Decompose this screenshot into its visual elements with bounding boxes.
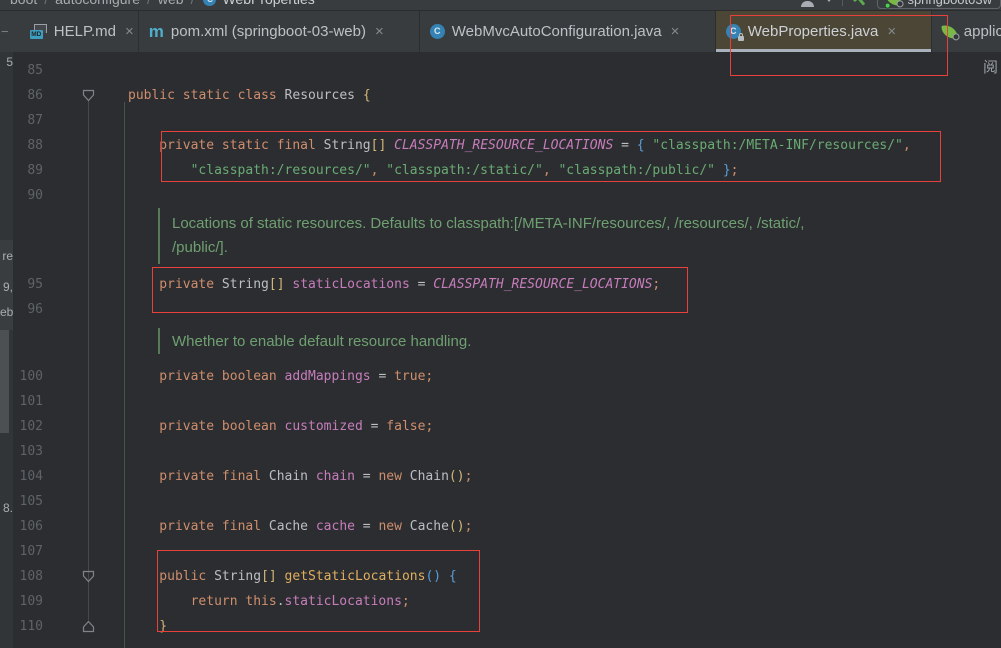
code-line-96[interactable]: 96 [0, 297, 1001, 322]
line-number-107: 107 [19, 544, 43, 559]
code-line-102[interactable]: 102 private boolean customized = false; [0, 414, 1001, 439]
doc-comment-text: /public/]. [172, 239, 228, 256]
fold-open-icon[interactable] [82, 89, 95, 102]
close-tab-icon[interactable]: × [375, 23, 384, 40]
fold-end-icon[interactable] [82, 620, 95, 633]
chevron-down-icon[interactable] [825, 0, 834, 2]
tab-webmvcautoconfiguration-java[interactable]: C WebMvcAutoConfiguration.java × [420, 11, 715, 52]
tab-label: WebMvcAutoConfiguration.java [451, 23, 662, 40]
line-number-104: 104 [19, 469, 43, 484]
breadcrumb-item-WebProperties[interactable]: WebProperties [222, 0, 314, 7]
code-line-90[interactable]: 90 [0, 183, 1001, 208]
run-configuration-label: springboot03w [907, 0, 992, 7]
code-line-100[interactable]: 100 private boolean addMappings = true; [0, 364, 1001, 389]
tab-webproperties-java[interactable]: C WebProperties.java × [715, 11, 931, 52]
tab-help-md[interactable]: MD HELP.md × [20, 11, 138, 52]
tab-applic[interactable]: applic [932, 11, 1001, 52]
code-line-85[interactable]: 85 [0, 58, 1001, 83]
code-line-86[interactable]: 86 public static class Resources { [0, 83, 1001, 108]
build-hammer-icon[interactable] [849, 0, 872, 10]
doc-comment-line[interactable]: Whether to enable default resource handl… [0, 330, 1001, 355]
breadcrumb-separator: / [147, 0, 151, 7]
line-number-85: 85 [27, 63, 43, 78]
close-tab-icon[interactable]: × [887, 23, 896, 40]
breadcrumb: boot / autoconfigure / web / C WebProperties [6, 0, 319, 7]
line-number-109: 109 [19, 594, 43, 609]
code-text: public String[] getStaticLocations() { [159, 569, 457, 584]
spring-boot-icon [884, 0, 905, 9]
line-number-90: 90 [27, 188, 43, 203]
doc-comment-line[interactable]: Locations of static resources. Defaults … [0, 212, 1001, 237]
line-number-89: 89 [27, 163, 43, 178]
line-number-101: 101 [19, 394, 43, 409]
code-text: private final Cache cache = new Cache(); [159, 519, 473, 534]
breadcrumb-item-web[interactable]: web [158, 0, 184, 7]
doc-comment-text: Whether to enable default resource handl… [172, 333, 472, 350]
java-class-lock-icon: C [725, 24, 744, 41]
tab-label: WebProperties.java [747, 23, 879, 40]
close-tab-icon[interactable]: × [125, 23, 134, 40]
close-tab-icon[interactable]: × [671, 23, 680, 40]
tab-label: pom.xml (springboot-03-web) [170, 23, 366, 40]
code-editor[interactable]: 5 re 9, eb 8. 85 86 public static class Resour… [0, 52, 1001, 648]
code-line-101[interactable]: 101 [0, 389, 1001, 414]
code-line-88[interactable]: 88 private static final String[] CLASSPAT… [0, 133, 1001, 158]
line-number-102: 102 [19, 419, 43, 434]
markdown-file-icon: MD [29, 24, 47, 39]
code-text: private static final String[] CLASSPATH_… [159, 138, 911, 153]
tab-label: applic [963, 23, 1001, 40]
line-number-87: 87 [27, 113, 43, 128]
code-line-110[interactable]: 110} [0, 614, 1001, 639]
reader-mode-button[interactable]: 阅 [983, 56, 998, 77]
tab-label: HELP.md [53, 23, 117, 40]
doc-comment-text: Locations of static resources. Defaults … [172, 215, 805, 232]
code-line-87[interactable]: 87 [0, 108, 1001, 133]
run-configuration-selector[interactable]: springboot03w [877, 0, 1001, 9]
breadcrumb-separator: / [191, 0, 195, 7]
fold-open-icon[interactable] [82, 570, 95, 583]
code-line-108[interactable]: 108 public String[] getStaticLocations() … [0, 564, 1001, 589]
editor-tab-bar: − MD HELP.md × m pom.xml (springboot-03-web)… [0, 10, 1001, 52]
tab-pom-xml-springboot-03-web-[interactable]: m pom.xml (springboot-03-web) × [139, 11, 419, 52]
breadcrumb-separator: / [44, 0, 48, 7]
doc-comment-line[interactable]: /public/]. [0, 236, 1001, 261]
tab-bar-left-dash: − [1, 24, 9, 39]
toolbar-divider [842, 0, 844, 6]
ide-window: boot / autoconfigure / web / C WebProperties sp… [0, 0, 1001, 648]
code-text: private String[] staticLocations = CLASS… [159, 277, 661, 292]
code-line-104[interactable]: 104 private final Chain chain = new Chain… [0, 464, 1001, 489]
breadcrumb-item-boot[interactable]: boot [10, 0, 37, 7]
line-number-100: 100 [19, 369, 43, 384]
java-class-icon: C [429, 24, 445, 39]
code-line-95[interactable]: 95 private String[] staticLocations = CLA… [0, 272, 1001, 297]
spring-boot-icon [941, 23, 960, 41]
line-number-86: 86 [27, 88, 43, 103]
java-class-icon: C [203, 0, 217, 6]
code-text: private boolean customized = false; [159, 419, 434, 434]
user-avatar-button[interactable] [800, 0, 816, 7]
breadcrumb-item-autoconfigure[interactable]: autoconfigure [55, 0, 140, 7]
code-text: return this.staticLocations; [190, 594, 410, 609]
line-number-105: 105 [19, 494, 43, 509]
line-number-110: 110 [19, 619, 43, 634]
code-text: } [159, 619, 168, 634]
line-number-96: 96 [27, 302, 43, 317]
line-number-108: 108 [19, 569, 43, 584]
line-number-95: 95 [27, 277, 43, 292]
code-line-107[interactable]: 107 [0, 539, 1001, 564]
code-line-103[interactable]: 103 [0, 439, 1001, 464]
code-text: "classpath:/resources/", "classpath:/sta… [190, 163, 739, 178]
code-text: private boolean addMappings = true; [159, 369, 434, 384]
line-number-88: 88 [27, 138, 43, 153]
line-number-106: 106 [19, 519, 43, 534]
code-line-105[interactable]: 105 [0, 489, 1001, 514]
navigation-bar: boot / autoconfigure / web / C WebProperties sp… [0, 0, 1001, 10]
code-text: public static class Resources { [128, 88, 371, 103]
code-line-109[interactable]: 109 return this.staticLocations; [0, 589, 1001, 614]
line-number-103: 103 [19, 444, 43, 459]
code-text: private final Chain chain = new Chain(); [159, 469, 473, 484]
code-line-106[interactable]: 106 private final Cache cache = new Cache… [0, 514, 1001, 539]
code-line-89[interactable]: 89 "classpath:/resources/", "classpath:/s… [0, 158, 1001, 183]
maven-icon: m [148, 21, 164, 41]
